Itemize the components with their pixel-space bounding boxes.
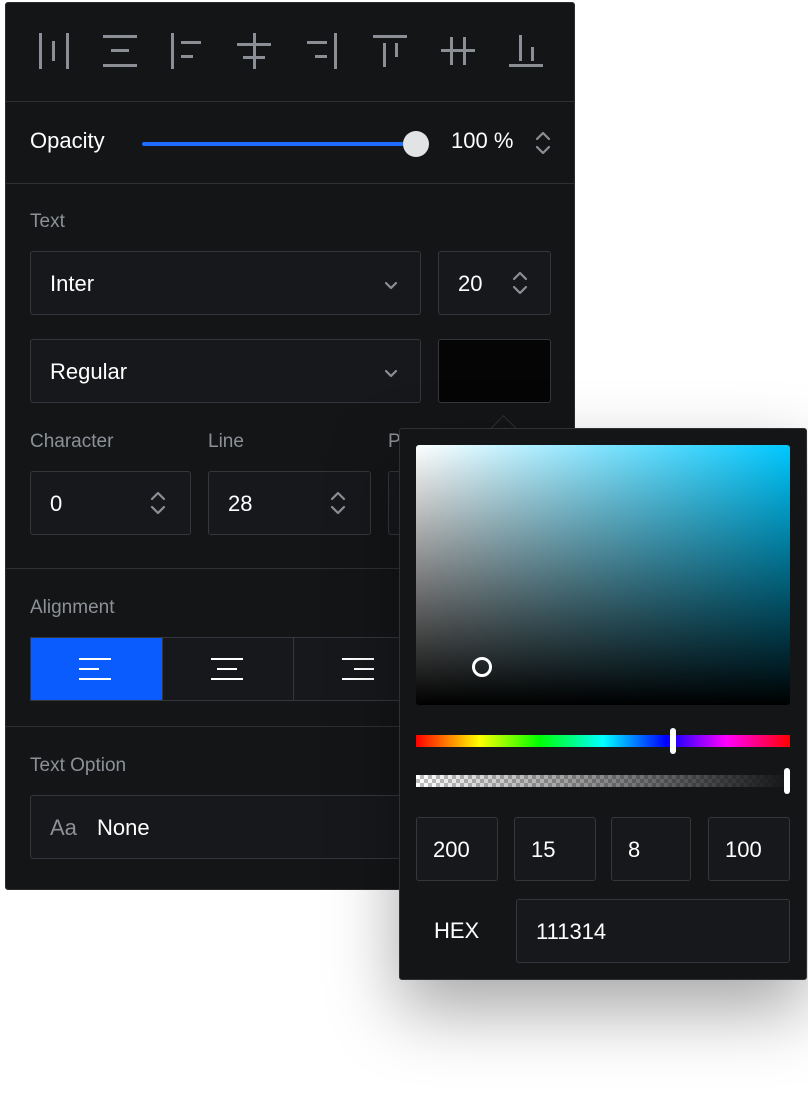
hue-input[interactable]: 200 <box>416 817 498 881</box>
saturation-value: 15 <box>531 837 556 862</box>
alignment-toolbar <box>6 3 574 102</box>
align-top-icon[interactable] <box>373 33 407 69</box>
character-stepper-icon[interactable] <box>149 489 167 522</box>
hue-slider-handle[interactable] <box>670 728 676 754</box>
font-family-select[interactable]: Inter <box>30 251 421 315</box>
text-case-icon: Aa <box>50 815 77 840</box>
align-text-center-button[interactable] <box>162 638 293 700</box>
alpha-value: 100 <box>725 837 762 862</box>
alpha-slider[interactable] <box>416 775 790 787</box>
brightness-value: 8 <box>628 837 641 862</box>
text-align-center-icon <box>211 658 243 680</box>
color-picker-popover: 200 15 8 100 HEX 111314 <box>399 428 807 980</box>
line-stepper-icon[interactable] <box>329 489 347 522</box>
font-weight-select[interactable]: Regular <box>30 339 421 403</box>
font-size-input[interactable]: 20 <box>438 251 551 315</box>
text-option-select[interactable]: Aa None <box>30 795 430 859</box>
character-spacing-label: Character <box>30 431 114 452</box>
alpha-input[interactable]: 100 <box>708 817 790 881</box>
align-right-icon[interactable] <box>305 33 339 69</box>
hex-value: 111314 <box>536 919 607 944</box>
alignment-section-title: Alignment <box>30 597 115 618</box>
font-size-value: 20 <box>458 271 483 296</box>
alpha-slider-handle[interactable] <box>784 768 790 794</box>
align-text-left-button[interactable] <box>31 638 162 700</box>
opacity-stepper-icon[interactable] <box>534 129 552 162</box>
opacity-value: 100 % <box>451 128 514 153</box>
chevron-down-icon <box>384 366 398 384</box>
text-color-swatch[interactable] <box>438 339 551 403</box>
hex-input[interactable]: 111314 <box>516 899 790 963</box>
text-section-title: Text <box>30 211 65 232</box>
line-height-value: 28 <box>228 491 253 516</box>
character-spacing-input[interactable]: 0 <box>30 471 191 535</box>
align-center-vertical-icon[interactable] <box>237 33 271 69</box>
font-family-value: Inter <box>50 271 95 296</box>
line-height-label: Line <box>208 431 244 452</box>
saturation-handle[interactable] <box>472 657 492 677</box>
brightness-input[interactable]: 8 <box>611 817 691 881</box>
font-weight-value: Regular <box>50 359 128 384</box>
text-align-left-icon <box>79 658 111 680</box>
align-left-icon[interactable] <box>169 33 203 69</box>
opacity-slider-track[interactable] <box>142 142 414 146</box>
opacity-label: Opacity <box>30 128 105 153</box>
text-alignment-group <box>30 637 430 701</box>
text-align-right-icon <box>342 658 374 680</box>
opacity-slider-thumb[interactable] <box>403 131 429 157</box>
chevron-down-icon <box>384 278 398 296</box>
align-center-horizontal-icon[interactable] <box>103 33 137 69</box>
line-height-input[interactable]: 28 <box>208 471 371 535</box>
align-bottom-icon[interactable] <box>509 33 543 69</box>
hex-label: HEX <box>434 918 480 943</box>
text-option-title: Text Option <box>30 755 127 776</box>
hue-value: 200 <box>433 837 470 862</box>
saturation-brightness-area[interactable] <box>416 445 790 705</box>
font-size-stepper-icon[interactable] <box>511 269 529 302</box>
text-option-value: None <box>97 815 150 840</box>
distribute-horizontal-icon[interactable] <box>37 33 71 69</box>
align-middle-icon[interactable] <box>441 33 475 69</box>
character-spacing-value: 0 <box>50 491 63 516</box>
saturation-input[interactable]: 15 <box>514 817 596 881</box>
hue-slider[interactable] <box>416 735 790 747</box>
